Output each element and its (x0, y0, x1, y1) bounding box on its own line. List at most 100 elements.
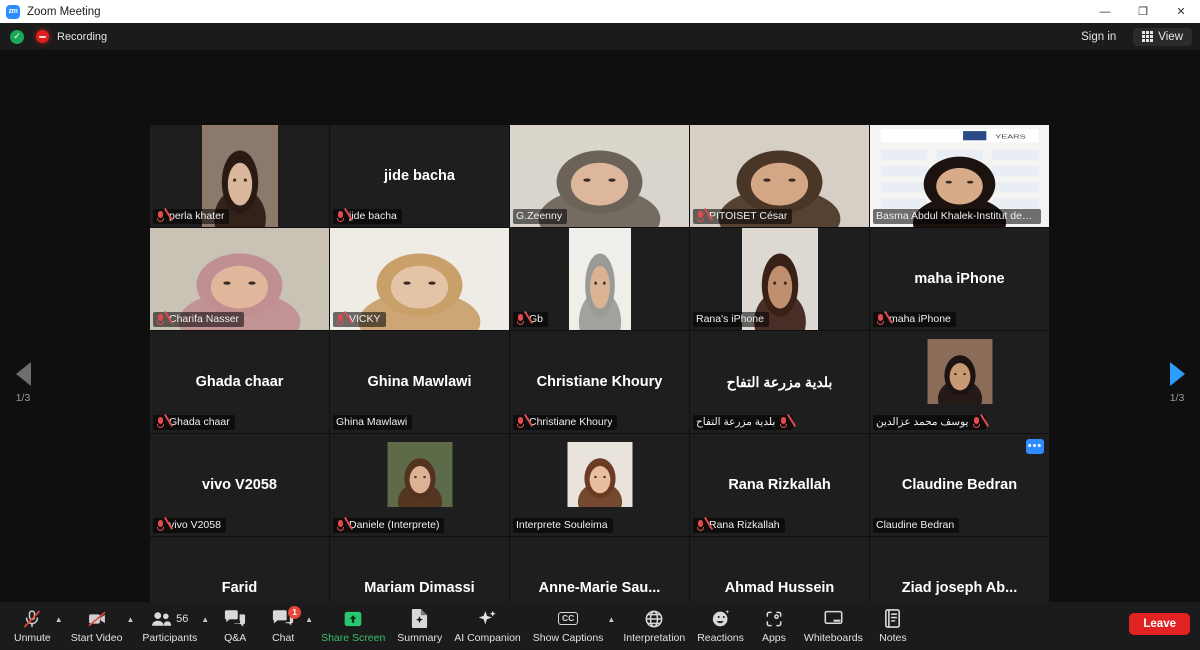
participant-name-label: Claudine Bedran (876, 519, 955, 531)
participant-name-label: Charifa Nasser (169, 313, 240, 325)
participant-tile[interactable]: Ghada chaar Ghada chaar (150, 331, 329, 433)
participant-tile[interactable]: Ghina Mawlawi Ghina Mawlawi (330, 331, 509, 433)
participant-tile[interactable]: بلدية مزرعة التفاح بلدية مزرعة التفاح (690, 331, 869, 433)
microphone-muted-icon (156, 210, 165, 222)
participant-grid: perla khater jide bacha jide bacha G.Zee… (150, 125, 1050, 639)
window-title-bar: zm Zoom Meeting — ❐ ✕ (0, 0, 1200, 23)
participant-tile[interactable]: VICKY (330, 228, 509, 330)
toolbar-button-share-screen[interactable]: Share Screen (315, 602, 391, 650)
participant-tile[interactable]: PITOISET César (690, 125, 869, 227)
microphone-muted-icon (972, 416, 981, 428)
participant-tile[interactable]: maha iPhone maha iPhone (870, 228, 1049, 330)
toolbar-button-notes[interactable]: Notes (869, 602, 917, 650)
toolbar-button-q-a[interactable]: Q&A (211, 602, 259, 650)
participant-name-label: G.Zeenny (516, 210, 563, 222)
participant-tile[interactable]: Claudine Bedran ••• Claudine Bedran (870, 434, 1049, 536)
chevron-right-icon (1169, 362, 1185, 386)
participant-tile[interactable]: Charifa Nasser (150, 228, 329, 330)
previous-page-button[interactable]: 1/3 (0, 362, 46, 404)
toolbar-button-show-captions[interactable]: CC Show Captions (527, 602, 610, 650)
toolbar-button-interpretation[interactable]: Interpretation (617, 602, 691, 650)
toolbar-button-unmute[interactable]: Unmute (8, 602, 57, 650)
svg-text:YEARS: YEARS (995, 133, 1025, 139)
recording-icon[interactable] (36, 30, 49, 43)
microphone-muted-icon (516, 416, 525, 428)
participant-tile[interactable]: Rana Rizkallah Rana Rizkallah (690, 434, 869, 536)
summary-document-icon (410, 609, 429, 629)
toolbar-button-label: Apps (761, 631, 786, 644)
view-button[interactable]: View (1133, 27, 1192, 46)
participant-name-label: Rana's iPhone (696, 313, 764, 325)
participant-name-badge: يوسف محمد عزالدين (873, 415, 987, 430)
microphone-muted-icon (876, 313, 885, 325)
toolbar-button-label: Q&A (224, 631, 247, 644)
avatar (387, 442, 452, 507)
zoom-logo-icon: zm (6, 4, 20, 19)
toolbar-button-summary[interactable]: Summary (391, 602, 448, 650)
window-title: Zoom Meeting (27, 5, 101, 18)
avatar (927, 339, 992, 404)
toolbar-button-ai-companion[interactable]: AI Companion (448, 602, 527, 650)
participant-name-badge: VICKY (333, 312, 386, 327)
participant-name-badge: Ghina Mawlawi (333, 415, 413, 430)
participant-tile[interactable]: يوسف محمد عزالدين (870, 331, 1049, 433)
participant-name-label: Rana Rizkallah (709, 519, 780, 531)
toolbar-button-chat[interactable]: 1 Chat (259, 602, 307, 650)
shield-check-icon[interactable]: ✓ (10, 29, 24, 44)
page-indicator-right: 1/3 (1169, 392, 1185, 404)
sign-in-button[interactable]: Sign in (1072, 28, 1125, 46)
minimize-button[interactable]: — (1086, 0, 1124, 23)
leave-button[interactable]: Leave (1129, 613, 1190, 635)
participant-name-badge: G.Zeenny (513, 209, 568, 224)
participant-name-label: maha iPhone (889, 313, 951, 325)
toolbar-button-start-video[interactable]: Start Video (65, 602, 129, 650)
notes-icon (883, 609, 902, 629)
view-label: View (1158, 30, 1183, 43)
participant-tile[interactable]: Rana's iPhone (690, 228, 869, 330)
participant-tile[interactable]: Christiane Khoury Christiane Khoury (510, 331, 689, 433)
microphone-muted-icon (696, 210, 705, 222)
share-screen-icon (343, 609, 363, 629)
toolbar-button-label: AI Companion (454, 631, 521, 644)
participant-tile[interactable]: Gb (510, 228, 689, 330)
participant-tile[interactable]: jide bacha jide bacha (330, 125, 509, 227)
microphone-muted-icon (22, 609, 42, 629)
toolbar-button-label: Share Screen (321, 631, 386, 644)
chat-icon: 1 (272, 605, 302, 629)
microphone-muted-icon (696, 519, 705, 531)
participant-name-badge: Interprete Souleima (513, 518, 613, 533)
more-options-button[interactable]: ••• (1026, 439, 1044, 454)
participant-name-badge: maha iPhone (873, 312, 956, 327)
participant-tile[interactable]: perla khater (150, 125, 329, 227)
meeting-status-bar: ✓ Recording Sign in View (0, 23, 1200, 50)
microphone-muted-icon (156, 416, 165, 428)
participant-tile[interactable]: G.Zeenny (510, 125, 689, 227)
participant-name-label: vivo V2058 (169, 519, 221, 531)
participant-video (568, 228, 631, 330)
next-page-button[interactable]: 1/3 (1154, 362, 1200, 404)
participant-name-badge: jide bacha (333, 209, 402, 224)
toolbar-button-apps[interactable]: Apps (750, 602, 798, 650)
participant-tile[interactable]: Interprete Souleima (510, 434, 689, 536)
close-button[interactable]: ✕ (1162, 0, 1200, 23)
toolbar-button-label: Notes (879, 631, 907, 644)
closed-caption-icon: CC (557, 609, 579, 629)
reactions-smiley-icon (711, 609, 731, 629)
toolbar-button-label: Summary (397, 631, 443, 644)
grid-icon (1142, 31, 1154, 42)
participant-tile[interactable]: YEARS Basma Abdul Khalek-Institut des Fi… (870, 125, 1049, 227)
participant-name-badge: Christiane Khoury (513, 415, 618, 430)
microphone-muted-icon (336, 210, 345, 222)
globe-icon (644, 609, 664, 629)
whiteboard-icon (823, 609, 844, 629)
participant-name-badge: Rana Rizkallah (693, 518, 785, 533)
participant-tile[interactable]: Daniele (Interprete) (330, 434, 509, 536)
toolbar-button-participants[interactable]: 56 Participants (136, 602, 203, 650)
avatar (567, 442, 632, 507)
maximize-button[interactable]: ❐ (1124, 0, 1162, 23)
toolbar-button-reactions[interactable]: Reactions (691, 602, 750, 650)
toolbar-button-whiteboards[interactable]: Whiteboards (798, 602, 869, 650)
participant-tile[interactable]: vivo V2058 vivo V2058 (150, 434, 329, 536)
microphone-muted-icon (156, 313, 165, 325)
participant-name-label: PITOISET César (709, 210, 788, 222)
